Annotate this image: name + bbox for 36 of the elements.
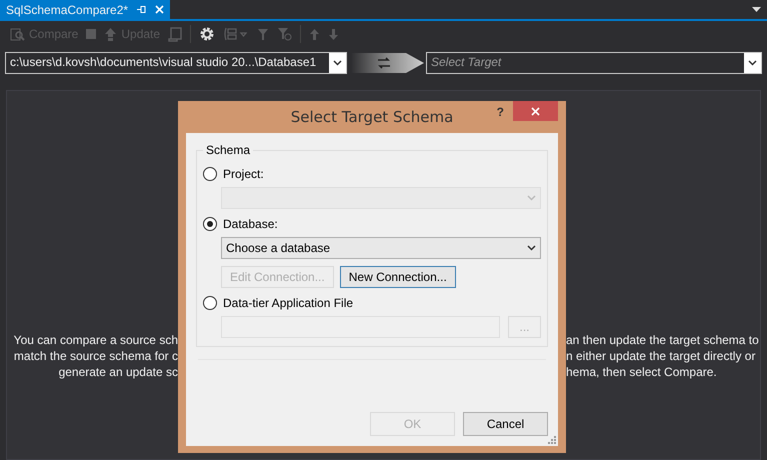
swap-arrow-button[interactable] xyxy=(351,50,426,76)
search-icon xyxy=(10,26,25,42)
radio-button[interactable] xyxy=(203,296,217,310)
radio-button[interactable] xyxy=(203,217,217,231)
upload-icon xyxy=(104,26,118,42)
source-dropdown[interactable]: c:\users\d.kovsh\documents\visual studio 20...\Database1 xyxy=(5,52,347,74)
gear-icon[interactable] xyxy=(199,26,216,42)
dropdown-caret-icon[interactable] xyxy=(752,6,761,12)
resize-grip-icon[interactable] xyxy=(548,436,556,444)
chevron-icon xyxy=(748,60,757,66)
chevron-icon xyxy=(527,245,536,251)
tab-title: SqlSchemaCompare2* xyxy=(6,2,128,16)
database-dropdown[interactable]: Choose a database xyxy=(221,237,541,259)
dialog-title: Select Target Schema xyxy=(290,108,454,126)
description-text: You can compare a source sch xyxy=(14,332,178,348)
description-text: generate an update sc xyxy=(58,364,178,380)
radio-option[interactable]: Data-tier Application File xyxy=(203,296,541,310)
dialog-button[interactable]: Cancel xyxy=(463,412,548,436)
close-icon xyxy=(531,106,540,116)
description-text: n either update the target directly or xyxy=(566,348,756,364)
target-dropdown[interactable]: Select Target xyxy=(426,52,762,74)
description-text: match the source schema for c xyxy=(14,348,178,364)
radio-button[interactable] xyxy=(203,167,217,181)
help-button[interactable]: ? xyxy=(496,105,504,119)
description-text: hema, then select Compare. xyxy=(566,364,717,380)
radio-option[interactable]: Project: xyxy=(203,167,541,181)
document-tab[interactable]: SqlSchemaCompare2* xyxy=(0,0,170,19)
chevron-icon xyxy=(333,60,342,66)
group-label: Schema xyxy=(205,143,252,157)
connection-button[interactable]: New Connection... xyxy=(340,266,456,288)
pin-icon[interactable] xyxy=(136,5,148,14)
close-button[interactable] xyxy=(513,101,558,121)
chevron-icon xyxy=(527,195,536,201)
description-text: an then update the target schema to xyxy=(566,332,759,348)
close-icon[interactable] xyxy=(155,5,164,14)
radio-option[interactable]: Database: xyxy=(203,217,541,231)
